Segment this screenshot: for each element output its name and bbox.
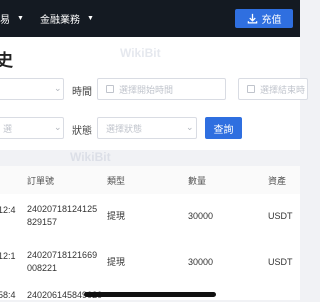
page-title: 史 [0,51,13,70]
column-header-order: 訂單號 [27,176,55,186]
column-header-type: 類型 [107,176,126,186]
cell-order-number: 24020718124125829157 [27,204,98,227]
cell-type: 提現 [107,257,126,267]
cell-amount: 30000 [188,257,214,267]
watermark: WikiBit [70,150,111,164]
cell-time: 12:4 [0,205,16,215]
chevron-down-icon: ⌄ [54,122,62,132]
start-time-placeholder: 選擇開始時間 [119,84,174,95]
end-time-placeholder: 選擇結束時 [260,84,306,95]
status-select[interactable]: 選擇狀態 [97,117,197,139]
cell-time: 12:1 [0,251,16,261]
chevron-down-icon: ▼ [87,15,94,22]
column-header-asset: 資產 [268,176,287,186]
nav-item-finance[interactable]: 金融業務 ▼ [40,0,94,37]
nav-item-partial[interactable]: 易 ▼ [0,0,24,37]
end-time-input[interactable]: 選擇結束時 [238,78,308,100]
watermark: WikiBit [120,46,161,60]
column-header-amount: 數量 [188,176,207,186]
nav-item-partial-label: 易 [0,15,10,26]
home-indicator [84,292,216,297]
calendar-icon [106,85,114,93]
recharge-button[interactable]: 充值 [235,9,293,28]
cell-asset: USDT [268,211,293,221]
cell-time: 58:4 [0,290,16,300]
calendar-icon [247,85,255,93]
query-button[interactable]: 查詢 [205,117,242,139]
chevron-down-icon: ⌄ [54,83,62,93]
status-placeholder: 選擇狀態 [106,123,143,134]
cell-amount: 30000 [188,211,214,221]
chevron-down-icon: ▼ [17,15,24,22]
nav-item-finance-label: 金融業務 [40,15,80,26]
cell-type: 提現 [107,211,126,221]
filter-select-2-value: 選 [3,123,13,134]
recharge-label: 充值 [261,15,282,26]
cell-asset: USDT [268,257,293,267]
cell-order-number: 24020718121669008221 [27,250,98,273]
chevron-down-icon: ⌄ [186,122,194,132]
start-time-input[interactable]: 選擇開始時間 [97,78,226,100]
download-icon [247,13,257,24]
status-label: 狀態 [72,126,92,137]
time-label: 時間 [72,87,92,98]
